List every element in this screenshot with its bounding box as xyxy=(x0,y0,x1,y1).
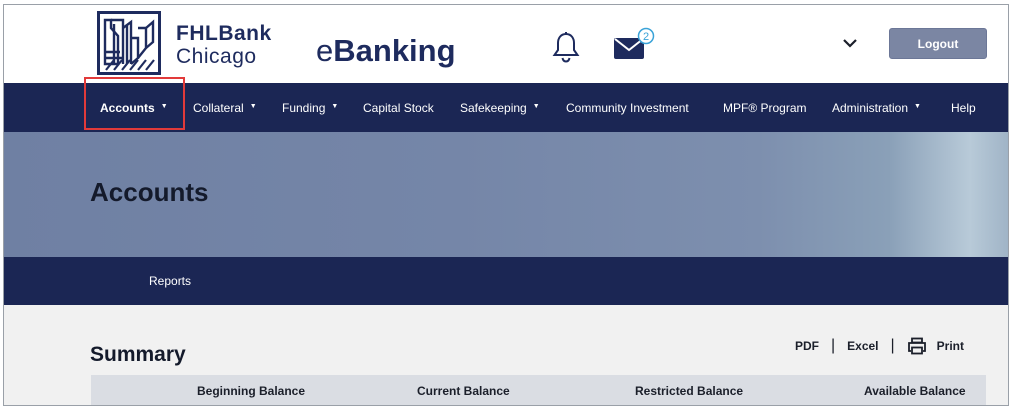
bell-icon[interactable] xyxy=(552,31,580,63)
print-label: Print xyxy=(936,339,965,353)
printer-icon xyxy=(907,337,926,355)
fhlbank-logo-icon[interactable] xyxy=(97,11,161,75)
separator: | xyxy=(890,337,895,354)
section-title: Summary xyxy=(90,343,186,366)
caret-down-icon: ▼ xyxy=(331,103,339,110)
nav-item-label: Collateral xyxy=(193,100,244,115)
accounts-highlight-box xyxy=(84,77,185,130)
nav-item-label: Help xyxy=(951,100,976,115)
nav-item-label: Safekeeping xyxy=(460,100,527,115)
page-title: Accounts xyxy=(90,177,209,207)
column-header[interactable]: Beginning Balance xyxy=(197,375,305,405)
brand-name-line1: FHLBank xyxy=(176,22,272,45)
column-header[interactable]: Current Balance xyxy=(417,375,510,405)
logout-button[interactable]: Logout xyxy=(889,28,987,59)
summary-table-header: Beginning Balance Current Balance Restri… xyxy=(91,375,986,405)
export-toolbar: PDF | Excel | Print xyxy=(795,336,964,356)
product-title: eBanking xyxy=(316,35,456,66)
nav-item-label: Capital Stock xyxy=(363,100,434,115)
caret-down-icon: ▼ xyxy=(914,103,921,110)
nav-item-label: MPF® Program xyxy=(723,100,807,115)
caret-down-icon: ▼ xyxy=(532,103,540,110)
nav-item-label: Community Investment xyxy=(566,100,689,115)
caret-down-icon: ▼ xyxy=(249,103,257,110)
subnav-item-reports[interactable]: Reports xyxy=(149,257,191,305)
nav-item-collateral[interactable]: Collateral ▼ xyxy=(193,83,257,132)
messages-count-badge: 2 xyxy=(643,31,649,43)
chevron-down-icon[interactable] xyxy=(840,35,860,51)
separator: | xyxy=(831,337,836,354)
brand-name: FHLBank Chicago xyxy=(176,23,272,67)
product-title-prefix: e xyxy=(316,33,334,68)
column-header[interactable]: Restricted Balance xyxy=(635,375,743,405)
mail-icon[interactable]: 2 xyxy=(612,27,656,63)
nav-item-label: Funding xyxy=(282,100,326,115)
print-button[interactable]: Print xyxy=(907,337,964,355)
nav-item-mpf-program[interactable]: MPF® Program xyxy=(723,83,807,132)
excel-link[interactable]: Excel xyxy=(847,339,878,353)
nav-item-funding[interactable]: Funding ▼ xyxy=(282,83,338,132)
browser-frame: FHLBank Chicago eBanking 2 Logout Accoun… xyxy=(3,4,1009,406)
brand-name-line2: Chicago xyxy=(176,45,257,68)
nav-item-community-investment[interactable]: Community Investment xyxy=(566,83,689,132)
column-header[interactable]: Available Balance xyxy=(864,375,966,405)
nav-item-safekeeping[interactable]: Safekeeping ▼ xyxy=(460,83,540,132)
nav-item-label: Administration xyxy=(832,100,909,115)
product-title-suffix: Banking xyxy=(333,33,456,68)
nav-item-administration[interactable]: Administration ▼ xyxy=(832,83,921,132)
nav-item-capital-stock[interactable]: Capital Stock xyxy=(363,83,434,132)
nav-item-help[interactable]: Help xyxy=(951,83,976,132)
header: FHLBank Chicago eBanking 2 Logout xyxy=(4,5,1008,83)
pdf-link[interactable]: PDF xyxy=(795,339,819,353)
sub-nav: Reports xyxy=(4,257,1008,305)
